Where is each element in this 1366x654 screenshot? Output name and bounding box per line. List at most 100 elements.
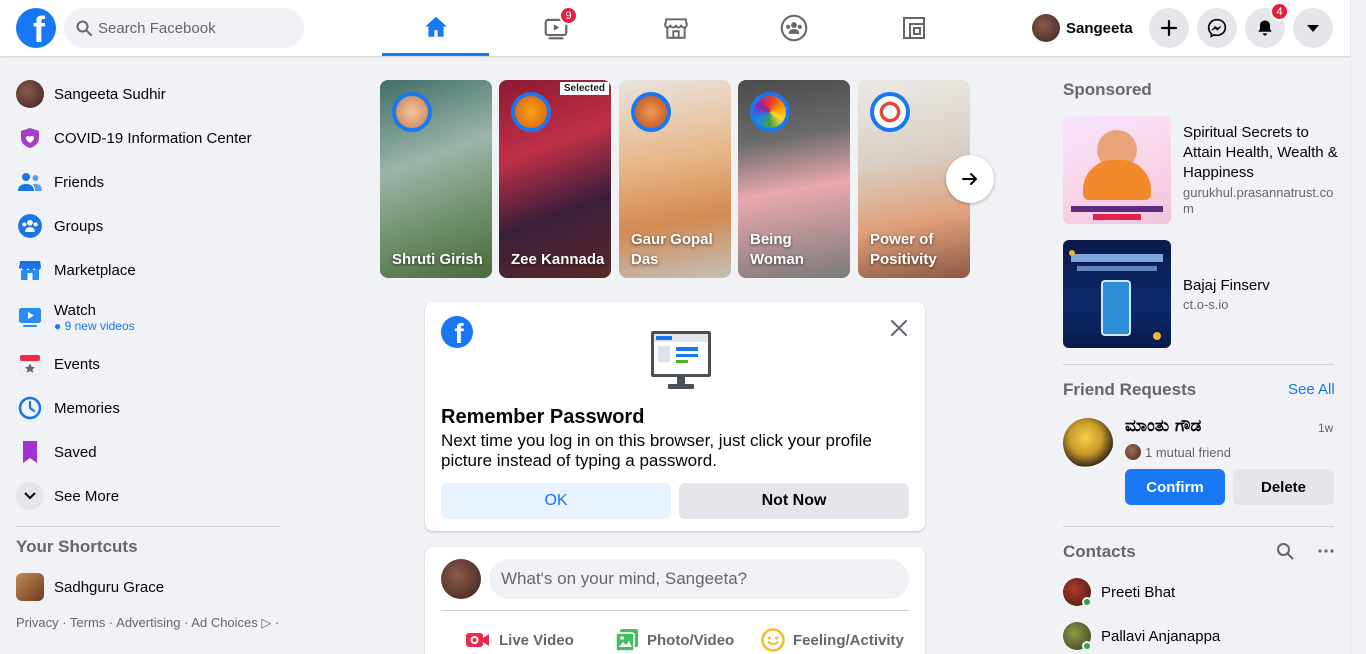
friend-request-avatar[interactable] <box>1063 418 1113 468</box>
profile-name: Sangeeta <box>1066 19 1133 37</box>
close-icon <box>891 320 907 336</box>
story-avatar <box>392 92 432 132</box>
live-video-icon <box>466 633 489 647</box>
not-now-button[interactable]: Not Now <box>679 483 909 519</box>
story-avatar <box>511 92 551 132</box>
action-label: Live Video <box>499 631 574 649</box>
photo-video-button[interactable]: Photo/Video <box>615 625 734 654</box>
right-column: Sponsored Spiritual Secrets to Attain He… <box>1055 72 1342 654</box>
sidebar-item-label: Watch <box>54 301 96 319</box>
sidebar-item-label: Sangeeta Sudhir <box>54 85 166 103</box>
ok-button[interactable]: OK <box>441 483 671 519</box>
story-avatar <box>631 92 671 132</box>
tab-home[interactable] <box>382 0 489 56</box>
dialog-title: Remember Password <box>441 406 645 428</box>
sidebar-item-label: Memories <box>54 399 120 417</box>
story-card[interactable]: Shruti Girish <box>380 80 492 278</box>
new-videos-indicator: ● 9 new videos <box>54 318 135 333</box>
live-video-button[interactable]: Live Video <box>465 625 574 654</box>
sidebar-item-watch[interactable]: Watch ● 9 new videos <box>8 292 288 342</box>
story-name: Being Woman <box>750 231 804 268</box>
close-button[interactable] <box>889 318 909 343</box>
friend-request-name[interactable]: ಮಾಂತು ಗೌಡ <box>1125 416 1201 436</box>
search-icon <box>76 20 92 36</box>
notifications-button[interactable]: 4 <box>1245 2 1289 48</box>
shortcut-thumbnail <box>16 573 44 601</box>
sidebar-item-label: Marketplace <box>54 261 136 279</box>
story-name: Shruti Girish <box>392 251 483 268</box>
account-menu-button[interactable] <box>1293 8 1333 48</box>
whats-on-your-mind-input[interactable]: What's on your mind, Sangeeta? <box>489 559 909 599</box>
friends-icon <box>16 168 44 196</box>
ad-source: ct.o-s.io <box>1183 297 1229 312</box>
mutual-friends: 1 mutual friend <box>1125 444 1231 460</box>
sidebar-item-label: Groups <box>54 217 104 235</box>
sidebar-item-saved[interactable]: Saved <box>8 430 288 474</box>
tab-watch[interactable]: 9 <box>502 0 609 56</box>
contacts-heading: Contacts <box>1063 542 1136 561</box>
dialog-body: Next time you log in on this browser, ju… <box>441 431 872 470</box>
online-indicator <box>1082 641 1092 651</box>
arrow-right-icon <box>962 173 977 185</box>
mutual-friend-avatar <box>1125 444 1141 460</box>
right-divider <box>1063 364 1334 365</box>
story-name: Zee Kannada <box>511 251 605 268</box>
sidebar-item-marketplace[interactable]: Marketplace <box>8 248 288 292</box>
search-box[interactable] <box>64 8 304 48</box>
marketplace-icon <box>16 256 44 284</box>
tab-marketplace[interactable] <box>622 0 729 56</box>
sidebar-item-friends[interactable]: Friends <box>8 160 288 204</box>
contacts-options-button[interactable] <box>1317 542 1335 565</box>
sidebar-item-memories[interactable]: Memories <box>8 386 288 430</box>
watch-notification-badge: 9 <box>559 6 578 25</box>
composer-divider <box>441 610 909 611</box>
contact-item[interactable]: Pallavi Anjanappa <box>1063 618 1220 654</box>
left-sidebar: Sangeeta Sudhir COVID-19 Information Cen… <box>8 72 288 631</box>
story-avatar <box>750 92 790 132</box>
friend-requests-heading: Friend Requests <box>1063 380 1197 399</box>
story-card[interactable]: Selected Zee Kannada <box>499 80 611 278</box>
page-scrollbar[interactable] <box>1350 0 1366 654</box>
feeling-activity-button[interactable]: Feeling/Activity <box>761 625 904 654</box>
sponsored-ad[interactable]: Bajaj Finserv ct.o-s.io <box>1063 240 1335 348</box>
shortcut-item[interactable]: Sadhguru Grace <box>8 565 288 609</box>
story-card[interactable]: Gaur Gopal Das <box>619 80 731 278</box>
story-card[interactable]: Being Woman <box>738 80 850 278</box>
story-name: Gaur Gopal Das <box>631 231 713 268</box>
messenger-button[interactable] <box>1197 8 1237 48</box>
action-label: Feeling/Activity <box>793 631 904 649</box>
create-button[interactable] <box>1149 8 1189 48</box>
profile-button[interactable]: Sangeeta <box>1028 12 1133 44</box>
remember-password-card: f Remember Password Next time you log in… <box>425 302 925 531</box>
story-avatar <box>870 92 910 132</box>
sponsored-ad[interactable]: Spiritual Secrets to Attain Health, Weal… <box>1063 116 1338 224</box>
covid-shield-icon <box>16 124 44 152</box>
calendar-icon <box>16 350 44 378</box>
delete-button[interactable]: Delete <box>1233 469 1334 505</box>
tab-gaming[interactable] <box>860 0 967 56</box>
bell-icon <box>1258 20 1272 36</box>
ad-image <box>1063 116 1171 224</box>
memories-clock-icon <box>16 394 44 422</box>
stories-next-button[interactable] <box>946 155 994 203</box>
contact-avatar <box>1063 578 1092 607</box>
facebook-logo[interactable]: f <box>16 8 56 48</box>
sidebar-item-groups[interactable]: Groups <box>8 204 288 248</box>
contacts-search-button[interactable] <box>1276 542 1294 565</box>
mutual-friends-count: 1 mutual friend <box>1145 444 1231 460</box>
contact-item[interactable]: Preeti Bhat <box>1063 574 1175 610</box>
tab-groups[interactable] <box>740 0 847 56</box>
confirm-button[interactable]: Confirm <box>1125 469 1225 505</box>
sidebar-item-events[interactable]: Events <box>8 342 288 386</box>
sidebar-item-profile[interactable]: Sangeeta Sudhir <box>8 72 288 116</box>
sidebar-item-covid[interactable]: COVID-19 Information Center <box>8 116 288 160</box>
friend-request-time: 1w <box>1318 421 1334 435</box>
home-icon <box>424 16 447 37</box>
contact-avatar <box>1063 622 1092 651</box>
smiley-icon <box>761 628 785 652</box>
footer-links[interactable]: Privacy · Terms · Advertising · Ad Choic… <box>8 615 288 631</box>
search-input[interactable] <box>98 19 288 37</box>
sidebar-item-see-more[interactable]: See More <box>8 474 288 518</box>
see-all-link[interactable]: See All <box>1288 381 1335 398</box>
search-icon <box>1277 543 1294 560</box>
